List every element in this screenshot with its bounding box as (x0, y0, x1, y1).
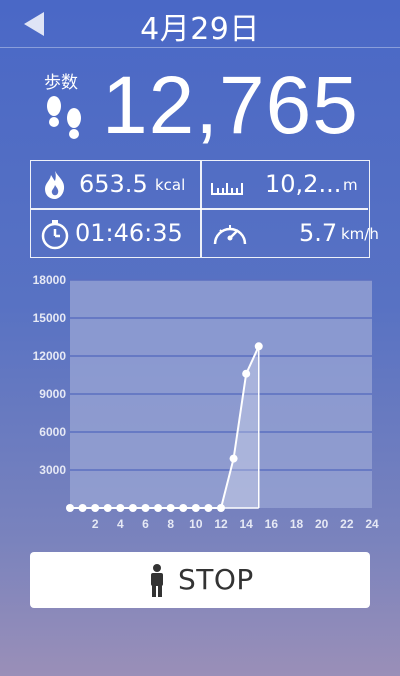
stop-button[interactable]: STOP (30, 552, 370, 608)
y-tick-label: 9000 (39, 387, 66, 401)
stop-button-label: STOP (178, 563, 254, 596)
steps-count: 12,765 (102, 60, 359, 151)
data-point (141, 504, 150, 512)
y-tick-label: 18000 (33, 273, 67, 287)
x-tick-label: 22 (340, 517, 354, 531)
stopwatch-icon (41, 220, 69, 250)
time-value: 01:46:35 (75, 219, 183, 247)
header-bar: 4月29日 (0, 0, 400, 48)
x-tick-label: 24 (365, 517, 379, 531)
speed-unit: km/h (341, 225, 379, 243)
speedometer-icon (213, 225, 247, 245)
page-title: 4月29日 (140, 12, 260, 47)
y-tick-label: 12000 (33, 349, 67, 363)
data-point (66, 504, 74, 512)
calories-unit: kcal (155, 176, 186, 194)
data-point (166, 504, 175, 512)
y-tick-label: 6000 (39, 425, 66, 439)
data-point (217, 504, 225, 512)
x-tick-label: 4 (117, 517, 124, 531)
distance-cell: 10,2... m (201, 161, 369, 208)
data-point (191, 504, 200, 512)
data-point (179, 504, 188, 512)
data-point (103, 504, 112, 512)
flame-icon (45, 171, 65, 199)
steps-chart: 3000600090001200015000180002 4 6 8 10 12 14 16 1… (33, 273, 379, 531)
distance-unit: m (343, 176, 358, 194)
footprints-icon (47, 96, 81, 139)
data-point (91, 504, 100, 512)
x-tick-label: 8 (167, 517, 174, 531)
person-icon (151, 564, 163, 597)
calories-value: 653.5 (79, 170, 148, 198)
x-tick-label: 10 (189, 517, 203, 531)
x-tick-label: 18 (290, 517, 304, 531)
data-point (229, 454, 238, 463)
y-tick-label: 3000 (39, 463, 66, 477)
stats-panel: 653.5 kcal 10,2... m 01:46:35 5.7 km/h (30, 160, 379, 258)
x-tick-label: 6 (142, 517, 149, 531)
ruler-icon (211, 183, 243, 195)
data-point (128, 504, 137, 512)
data-point (116, 504, 125, 512)
speed-cell: 5.7 km/h (201, 210, 379, 257)
data-point (78, 504, 87, 512)
data-point (204, 504, 213, 512)
data-point (154, 504, 163, 512)
calories-cell: 653.5 kcal (31, 161, 199, 208)
x-tick-label: 2 (92, 517, 99, 531)
x-tick-label: 20 (315, 517, 329, 531)
x-tick-label: 12 (214, 517, 228, 531)
x-tick-label: 14 (239, 517, 253, 531)
data-point (242, 369, 251, 378)
speed-value: 5.7 (299, 219, 338, 247)
y-tick-label: 15000 (33, 311, 67, 325)
time-cell: 01:46:35 (31, 210, 199, 257)
data-point (254, 342, 263, 351)
distance-value: 10,2... (265, 170, 342, 198)
x-tick-label: 16 (265, 517, 279, 531)
